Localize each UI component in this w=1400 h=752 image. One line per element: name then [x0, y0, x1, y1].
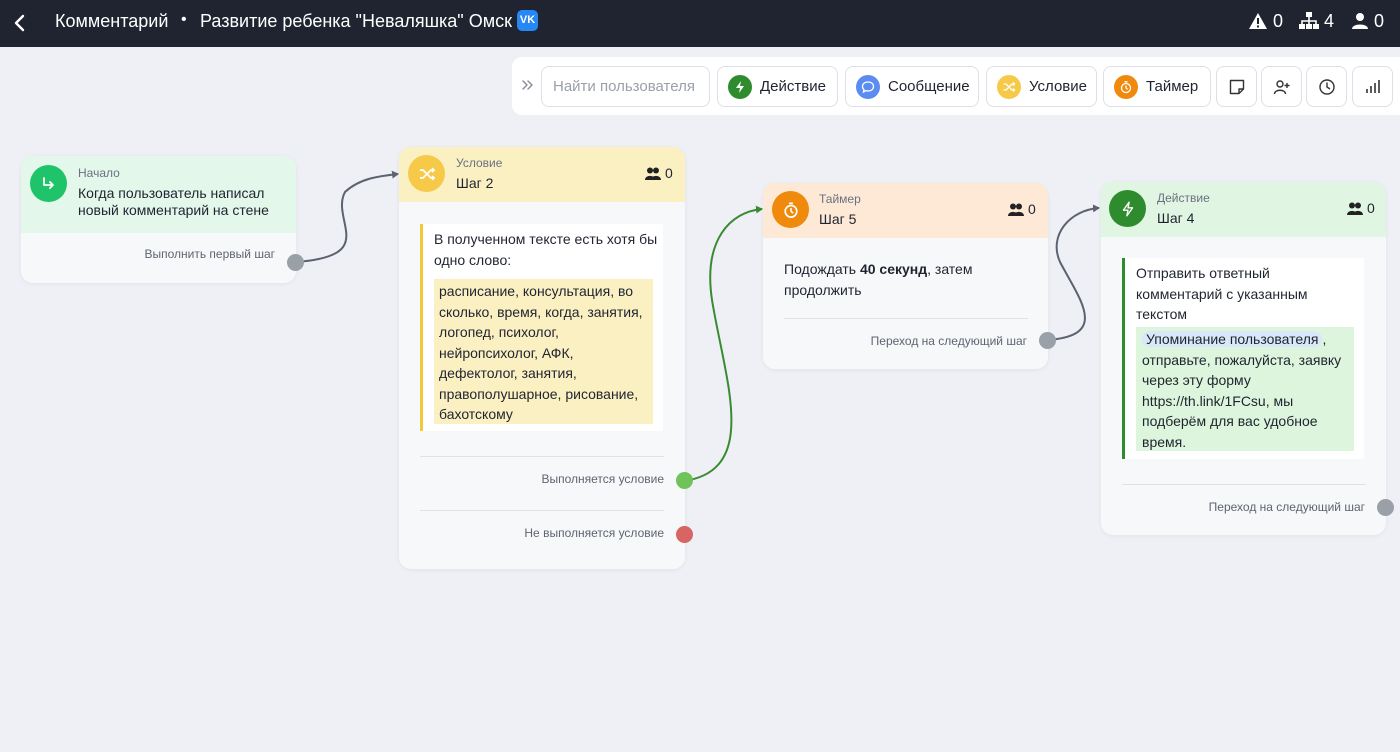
start-output-label: Выполнить первый шаг — [144, 247, 275, 261]
timer-duration: 40 секунд — [859, 261, 928, 277]
timer-text-before: Подождать — [784, 261, 860, 277]
add-action-label: Действие — [760, 78, 826, 95]
action-output-label: Переход на следующий шаг — [1208, 500, 1365, 514]
add-action-button[interactable]: Действие — [717, 66, 838, 107]
warning-icon — [1249, 13, 1267, 29]
title-separator: • — [181, 11, 187, 28]
condition-keywords: расписание, консультация, во сколько, вр… — [434, 279, 653, 424]
timer-output-label: Переход на следующий шаг — [870, 334, 1027, 348]
top-bar: Комментарий • Развитие ребенка "Неваляшк… — [0, 0, 1400, 47]
condition-true-port[interactable] — [676, 472, 693, 489]
toolbar: Действие Сообщение Условие Таймер — [512, 57, 1400, 115]
action-node-title: Шаг 4 — [1157, 210, 1195, 226]
sticky-note-icon — [1229, 79, 1244, 94]
lightning-icon — [728, 74, 752, 99]
bar-chart-icon — [1365, 79, 1380, 93]
history-button[interactable] — [1306, 66, 1347, 107]
shuffle-icon — [408, 155, 445, 192]
action-divider — [1122, 484, 1366, 485]
page-title: Комментарий — [55, 11, 169, 31]
user-icon — [1352, 13, 1368, 29]
double-chevron-right-icon[interactable] — [520, 77, 536, 93]
action-message-text: , отправьте, пожалуйста, заявку через эт… — [1142, 331, 1342, 450]
vk-icon: VK — [517, 10, 538, 31]
add-message-button[interactable]: Сообщение — [845, 66, 979, 107]
timer-node-type: Таймер — [819, 192, 861, 206]
condition-false-label: Не выполняется условие — [524, 526, 664, 540]
warnings-stat[interactable]: 0 — [1248, 11, 1283, 31]
condition-node[interactable]: Условие Шаг 2 0 В полученном тексте есть… — [399, 147, 685, 569]
condition-users-count: 0 — [645, 165, 673, 181]
users-icon — [1347, 202, 1363, 215]
condition-divider-1 — [420, 456, 664, 457]
back-button[interactable] — [6, 9, 34, 37]
connection-start-to-condition — [295, 170, 399, 263]
add-timer-label: Таймер — [1146, 78, 1199, 95]
condition-divider-2 — [420, 510, 664, 511]
timer-users-count: 0 — [1008, 201, 1036, 217]
clock-icon — [1318, 78, 1335, 95]
user-mention-tag: Упоминание пользователя — [1142, 331, 1323, 347]
project-name[interactable]: Развитие ребенка "Неваляшка" Омск — [200, 11, 512, 31]
steps-count: 4 — [1324, 10, 1335, 31]
add-user-button[interactable] — [1261, 66, 1302, 107]
users-count: 0 — [1374, 10, 1385, 31]
shuffle-icon — [997, 74, 1021, 99]
connection-condition-to-timer — [683, 205, 763, 482]
timer-output-port[interactable] — [1039, 332, 1056, 349]
add-note-button[interactable] — [1216, 66, 1257, 107]
timer-count-value: 0 — [1028, 201, 1036, 217]
start-node-title: Когда пользователь написал новый коммент… — [78, 185, 269, 218]
add-condition-button[interactable]: Условие — [986, 66, 1097, 107]
start-arrow-icon — [30, 165, 67, 202]
lightning-icon — [1109, 190, 1146, 227]
timer-node-title: Шаг 5 — [819, 211, 857, 227]
condition-node-type: Условие — [456, 156, 503, 170]
timer-divider — [784, 318, 1028, 319]
start-node[interactable]: Начало Когда пользователь написал новый … — [21, 156, 296, 283]
chat-bubble-icon — [856, 74, 880, 99]
search-user-input[interactable] — [541, 66, 710, 107]
statistics-button[interactable] — [1352, 66, 1393, 107]
condition-node-title: Шаг 2 — [456, 175, 494, 191]
users-icon — [645, 167, 661, 180]
action-output-port[interactable] — [1377, 499, 1394, 516]
timer-node[interactable]: Таймер Шаг 5 0 Подождать 40 секунд, зате… — [763, 183, 1048, 369]
connection-timer-to-action — [1046, 204, 1100, 341]
chevron-left-icon — [14, 14, 25, 32]
warnings-count: 0 — [1273, 10, 1284, 31]
users-stat[interactable]: 0 — [1351, 11, 1384, 31]
condition-count-value: 0 — [665, 165, 673, 181]
action-message: Упоминание пользователя, отправьте, пожа… — [1136, 327, 1354, 451]
users-icon — [1008, 203, 1024, 216]
timer-text: Подождать 40 секунд, затем продолжить — [784, 259, 1024, 300]
add-condition-label: Условие — [1029, 78, 1087, 95]
condition-text: В полученном тексте есть хотя бы одно сл… — [434, 231, 658, 268]
start-node-label: Начало — [78, 166, 120, 180]
condition-false-port[interactable] — [676, 526, 693, 543]
add-message-label: Сообщение — [888, 78, 970, 95]
steps-stat[interactable]: 4 — [1299, 11, 1334, 31]
hierarchy-icon — [1299, 12, 1319, 29]
stopwatch-icon — [1114, 74, 1138, 99]
stopwatch-icon — [772, 191, 809, 228]
action-text: Отправить ответный комментарий с указанн… — [1136, 265, 1308, 322]
action-node[interactable]: Действие Шаг 4 0 Отправить ответный комм… — [1101, 182, 1386, 535]
add-timer-button[interactable]: Таймер — [1103, 66, 1211, 107]
add-user-icon — [1273, 79, 1289, 94]
start-output-port[interactable] — [287, 254, 304, 271]
action-count-value: 0 — [1367, 200, 1375, 216]
action-node-type: Действие — [1157, 191, 1210, 205]
condition-true-label: Выполняется условие — [541, 472, 664, 486]
action-users-count: 0 — [1347, 200, 1375, 216]
